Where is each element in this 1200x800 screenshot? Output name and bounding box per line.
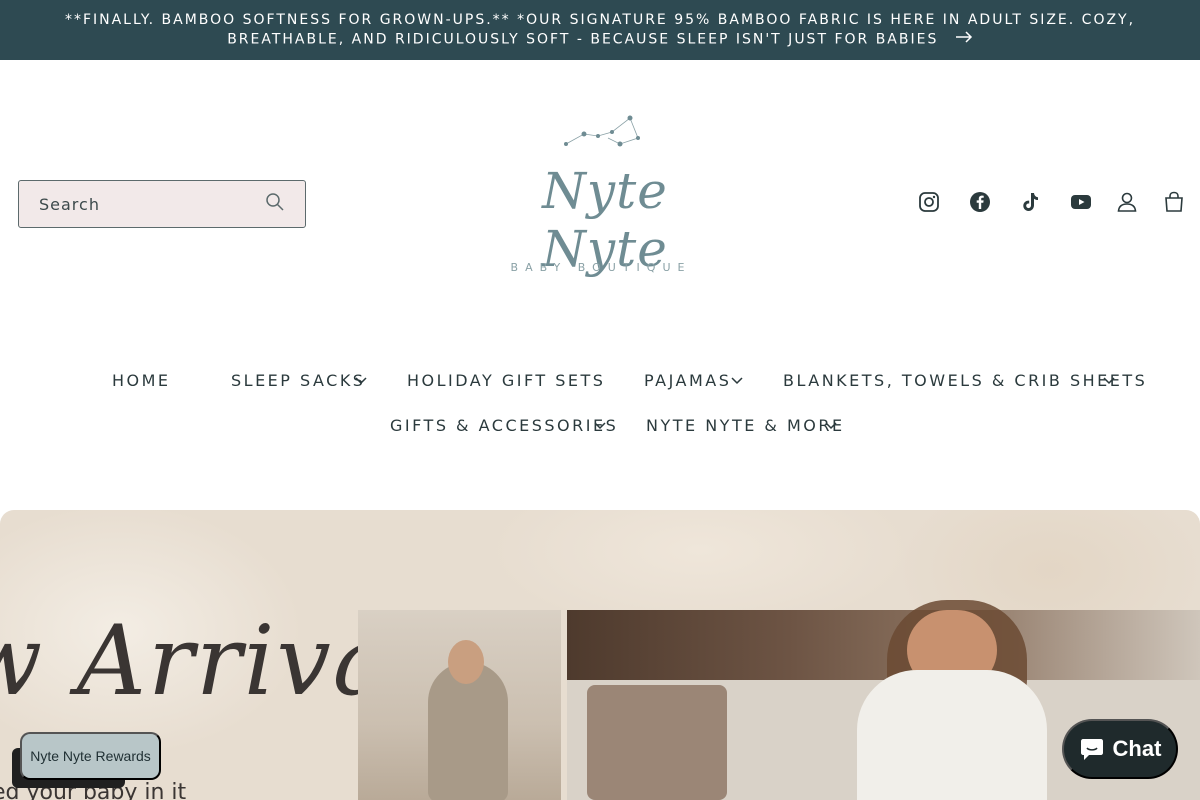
rewards-button[interactable]: Nyte Nyte Rewards (20, 732, 161, 780)
nav-item-blankets[interactable]: BLANKETS, TOWELS & CRIB SHEETS (783, 371, 1147, 390)
instagram-icon[interactable] (918, 191, 942, 215)
nav-item-sleep-sacks[interactable]: SLEEP SACKS (231, 371, 365, 390)
announcement-text[interactable]: **FINALLY. BAMBOO SOFTNESS FOR GROWN-UPS… (60, 11, 1140, 50)
arrow-right-icon[interactable] (955, 30, 973, 49)
logo-subtitle: BABY BOUTIQUE (510, 261, 692, 274)
cart-icon[interactable] (1163, 191, 1187, 215)
youtube-icon[interactable] (1070, 191, 1094, 215)
chevron-down-icon[interactable] (1103, 377, 1115, 385)
chat-bubble-icon (1080, 739, 1103, 760)
account-icon[interactable] (1116, 191, 1140, 215)
nav-item-pajamas[interactable]: PAJAMAS (644, 371, 731, 390)
nav-item-nyte-nyte-more[interactable]: NYTE NYTE & MORE (646, 416, 845, 435)
chevron-down-icon[interactable] (731, 377, 743, 385)
chevron-down-icon[interactable] (355, 377, 367, 385)
tiktok-icon[interactable] (1019, 191, 1043, 215)
chevron-down-icon[interactable] (594, 422, 606, 430)
search-placeholder: Search (39, 194, 100, 214)
search-input[interactable]: Search (18, 180, 306, 228)
chat-button[interactable]: Chat (1062, 719, 1178, 779)
facebook-icon[interactable] (969, 191, 993, 215)
constellation-icon (564, 115, 640, 147)
chat-label: Chat (1112, 736, 1162, 761)
hero-photo-woman-blanket (358, 610, 561, 800)
hero-banner[interactable]: w Arrival ed your baby in it (0, 510, 1200, 800)
announcement-message: **FINALLY. BAMBOO SOFTNESS FOR GROWN-UPS… (64, 11, 1136, 48)
nav-item-gifts-accessories[interactable]: GIFTS & ACCESSORIES (390, 416, 618, 435)
nav-item-home[interactable]: HOME (112, 371, 171, 390)
announcement-bar[interactable]: **FINALLY. BAMBOO SOFTNESS FOR GROWN-UPS… (0, 0, 1200, 60)
search-icon[interactable] (265, 192, 285, 216)
brand-logo[interactable]: Nyte Nyte BABY BOUTIQUE (490, 110, 720, 285)
nav-item-holiday-gift-sets[interactable]: HOLIDAY GIFT SETS (407, 371, 605, 390)
chevron-down-icon[interactable] (825, 422, 837, 430)
